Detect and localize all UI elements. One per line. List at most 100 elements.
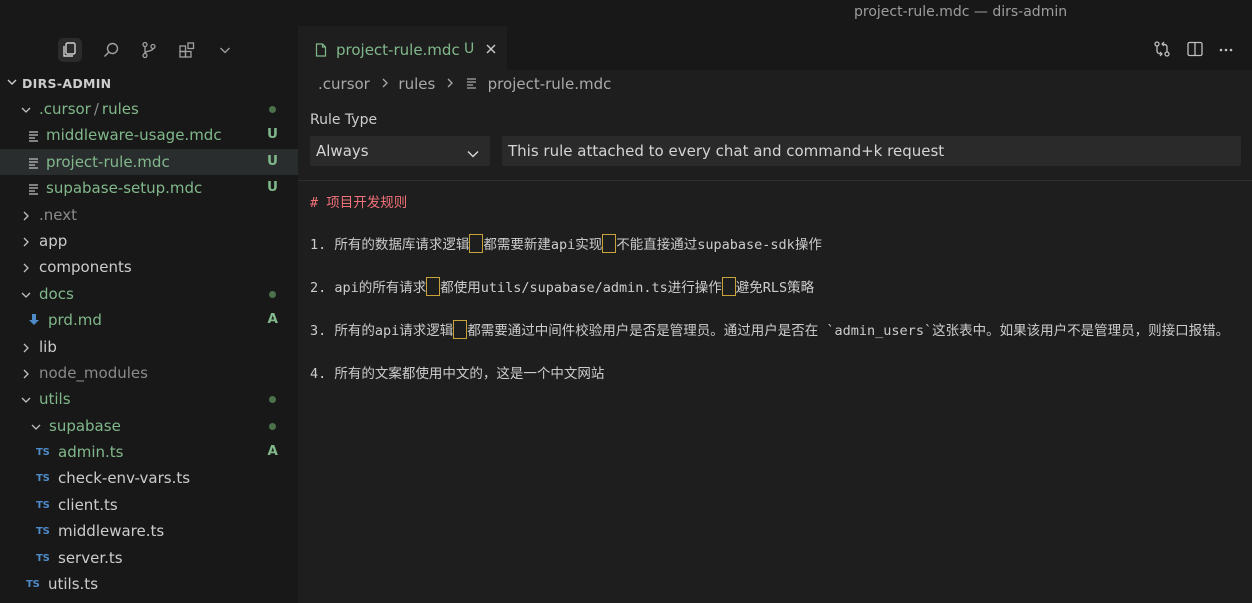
tree-folder[interactable]: utils [0,386,298,412]
close-icon[interactable] [484,41,498,60]
tree-folder[interactable]: components [0,254,298,280]
chevron-down-icon [20,392,32,410]
comma-highlight [453,320,468,339]
source-control-icon[interactable] [137,38,161,62]
file-icon [315,42,327,61]
typescript-icon: TS [36,447,50,459]
file-tree: .cursor / rules middleware-usage.mdc Uprojec… [0,96,298,597]
comma-highlight [426,277,441,296]
tree-item-label: middleware-usage.mdc [46,126,222,145]
typescript-icon: TS [26,579,40,591]
markdown-lines-icon [466,75,477,93]
tree-item-label: supabase-setup.mdc [46,179,203,198]
window-title: project-rule.mdc — dirs-admin [854,4,1068,20]
tree-item-label: node_modules [39,363,148,382]
chevron-down-icon[interactable] [213,38,237,62]
content-paragraph: 4. 所有的文案都使用中文的，这是一个中文网站 [310,366,605,382]
editor-area: project-rule.mdc U .cursor rules project… [298,26,1252,603]
tree-item-label: app [39,231,68,250]
tree-file[interactable]: TS server.ts [0,545,298,571]
breadcrumb-item[interactable]: .cursor [318,75,370,93]
tree-folder[interactable]: lib [0,334,298,360]
modified-dot-icon [269,422,276,430]
chevron-right-icon [20,260,32,278]
tree-file[interactable]: TS admin.ts A [0,439,298,465]
tree-item-label: .next [39,205,77,224]
tree-folder[interactable]: .next [0,202,298,228]
tree-file[interactable]: project-rule.mdc U [0,148,298,176]
tree-item-label: supabase [49,416,121,435]
modified-dot-icon [269,106,276,113]
rule-type-label: Rule Type [310,112,378,128]
chevron-down-icon [20,102,32,120]
tree-item-label: .cursor / rules [39,100,139,118]
content-paragraph: 1. 所有的数据库请求逻辑 都需要新建api实现 不能直接通过supabase-sd… [310,234,1240,256]
explorer-section-header[interactable]: DIRS-ADMIN [0,70,298,96]
tree-item-label: check-env-vars.ts [58,469,191,488]
tree-item-label: lib [39,337,57,356]
markdown-lines-icon [28,128,39,146]
chevron-down-icon [6,76,18,91]
more-actions-icon[interactable] [1217,40,1235,62]
tree-folder[interactable]: node_modules [0,360,298,386]
files-icon[interactable] [58,38,82,62]
git-status-badge: U [267,126,278,143]
git-status-badge: U [267,179,278,196]
tree-file[interactable]: supabase-setup.mdc U [0,175,298,201]
tree-item-label: middleware.ts [58,522,165,541]
markdown-lines-icon [28,181,39,199]
markdown-content[interactable]: # 项目开发规则 1. 所有的数据库请求逻辑 都需要新建api实现 不能直接通过su… [310,191,1240,385]
tree-folder[interactable]: .cursor / rules [0,96,298,122]
search-icon[interactable] [99,38,123,62]
tree-file[interactable]: TS utils.ts [0,571,298,597]
tree-item-label: client.ts [58,495,118,514]
chevron-down-icon [20,287,32,305]
markdown-lines-icon [28,155,39,173]
tree-folder[interactable]: docs [0,281,298,307]
tree-item-label: prd.md [48,311,102,330]
chevron-right-icon [20,340,32,358]
tree-item-label: admin.ts [58,443,124,462]
git-status-badge: A [267,311,278,328]
activity-bar [0,26,298,70]
breadcrumb-item[interactable]: project-rule.mdc [488,75,612,93]
tree-file[interactable]: TS check-env-vars.ts [0,465,298,491]
compare-changes-icon[interactable] [1153,40,1171,62]
rule-description-field[interactable]: This rule attached to every chat and com… [502,136,1241,166]
breadcrumb-item[interactable]: rules [398,75,435,93]
rule-type-value: Always [316,142,369,160]
comma-highlight [721,277,736,296]
sidebar: DIRS-ADMIN .cursor / rules middleware-usage… [0,26,298,603]
content-paragraph: 3. 所有的api请求逻辑 都需要通过中间件校验用户是否是管理员。通过用户是否在 … [310,320,1240,342]
chevron-right-icon [381,75,389,93]
typescript-icon: TS [36,499,50,511]
rule-type-select[interactable]: Always [310,136,490,166]
chevron-down-icon [30,419,42,437]
extensions-icon[interactable] [175,38,199,62]
typescript-icon: TS [36,552,50,564]
tree-file[interactable]: TS client.ts [0,492,298,518]
tab-label: project-rule.mdc [336,41,460,59]
divider [298,180,1252,181]
breadcrumb: .cursor rules project-rule.mdc [318,74,611,93]
split-editor-icon[interactable] [1186,40,1204,62]
git-status-badge: A [267,443,278,460]
tree-item-label: server.ts [58,548,123,567]
tree-file[interactable]: TS middleware.ts [0,518,298,544]
tree-folder[interactable]: supabase [0,413,298,439]
tree-item-label: project-rule.mdc [46,152,170,171]
tree-item-label: components [39,258,132,277]
chevron-right-icon [20,366,32,384]
comma-highlight [602,234,617,253]
tree-folder[interactable]: app [0,228,298,254]
tree-file[interactable]: prd.md A [0,307,298,333]
title-bar: project-rule.mdc — dirs-admin [0,0,1252,26]
tree-file[interactable]: middleware-usage.mdc U [0,122,298,148]
tab-bar: project-rule.mdc U [298,26,1252,70]
tree-item-label: docs [39,284,74,303]
typescript-icon: TS [36,473,50,485]
tab-project-rule[interactable]: project-rule.mdc U [298,26,507,70]
chevron-right-icon [446,75,454,93]
chevron-right-icon [20,234,32,252]
typescript-icon: TS [36,526,50,538]
